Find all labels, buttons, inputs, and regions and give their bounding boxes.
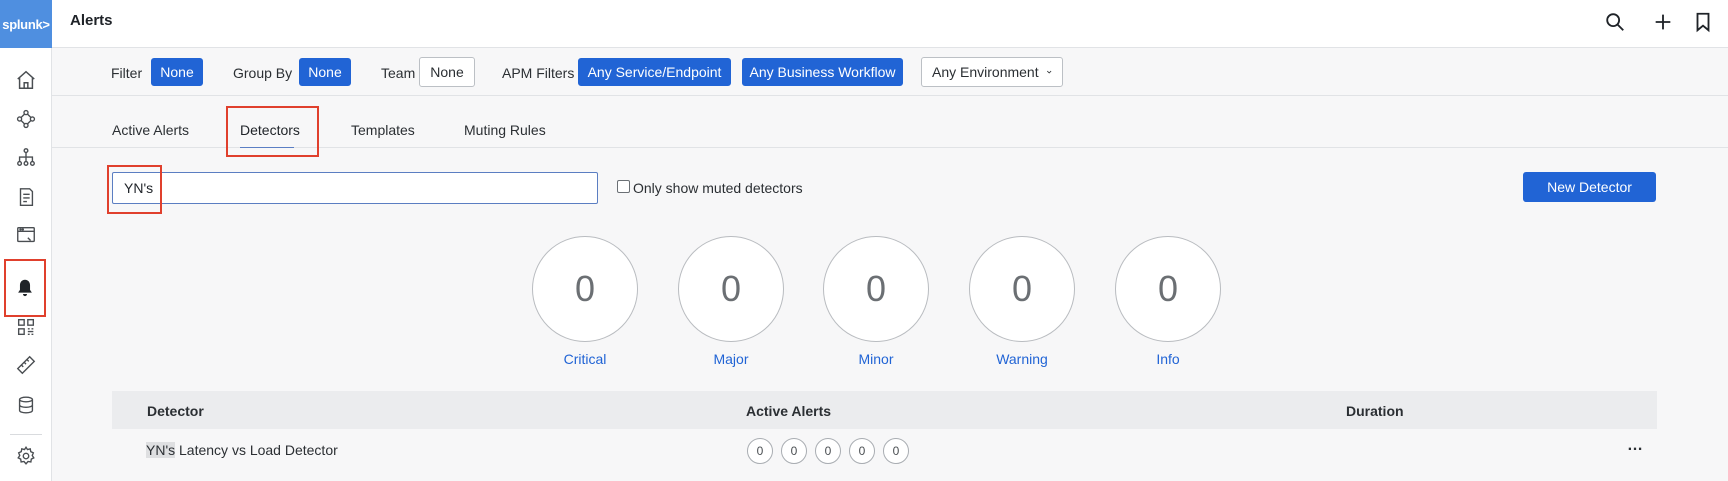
team-label: Team: [381, 65, 416, 81]
rail-divider: [10, 434, 42, 435]
team-button[interactable]: None: [419, 57, 475, 87]
detector-name-rest: Latency vs Load Detector: [175, 442, 338, 458]
browser-icon[interactable]: [9, 218, 43, 252]
groupby-button[interactable]: None: [299, 58, 351, 86]
alert-count-pill: 0: [849, 438, 875, 464]
groupby-label: Group By: [233, 65, 293, 81]
alert-count-pill: 0: [883, 438, 909, 464]
alert-count-pill: 0: [781, 438, 807, 464]
severity-count: 0: [969, 236, 1075, 342]
top-header: Alerts: [52, 0, 1728, 48]
row-actions-menu-icon[interactable]: …: [1627, 437, 1644, 455]
severity-minor[interactable]: 0 Minor: [823, 236, 929, 367]
severity-label[interactable]: Critical: [532, 351, 638, 367]
column-header-detector[interactable]: Detector: [147, 403, 204, 419]
any-environment-dropdown[interactable]: Any Environment: [921, 57, 1063, 87]
filter-bar: Filter None Group By None Team None APM …: [52, 48, 1728, 96]
page-title: Alerts: [70, 12, 113, 29]
bell-icon[interactable]: [4, 259, 46, 317]
detector-name-link[interactable]: YN's Latency vs Load Detector: [146, 442, 338, 458]
plus-icon[interactable]: [1648, 7, 1678, 37]
home-icon[interactable]: [9, 63, 43, 97]
only-muted-label: Only show muted detectors: [633, 180, 803, 196]
severity-major[interactable]: 0 Major: [678, 236, 784, 367]
severity-count: 0: [678, 236, 784, 342]
any-business-workflow-button[interactable]: Any Business Workflow: [742, 58, 903, 86]
new-detector-button[interactable]: New Detector: [1523, 172, 1656, 202]
any-service-endpoint-button[interactable]: Any Service/Endpoint: [578, 58, 731, 86]
severity-label[interactable]: Info: [1115, 351, 1221, 367]
detector-search-input[interactable]: [112, 172, 598, 204]
ruler-icon[interactable]: [9, 348, 43, 382]
column-header-duration[interactable]: Duration: [1346, 403, 1404, 419]
column-header-active-alerts[interactable]: Active Alerts: [746, 403, 831, 419]
search-input-highlight: [107, 165, 162, 214]
table-row[interactable]: YN's Latency vs Load Detector 0 0 0 0 0 …: [112, 429, 1657, 471]
detector-table-header: Detector Active Alerts Duration: [112, 391, 1657, 429]
left-nav-rail: splunk>: [0, 0, 52, 481]
dashboard-grid-icon[interactable]: [9, 310, 43, 344]
severity-label[interactable]: Major: [678, 351, 784, 367]
only-muted-checkbox[interactable]: [617, 180, 630, 193]
database-icon[interactable]: [9, 388, 43, 422]
splunk-logo[interactable]: splunk>: [0, 0, 52, 48]
chevron-down-icon: [1046, 70, 1051, 74]
filter-button[interactable]: None: [151, 58, 203, 86]
severity-info[interactable]: 0 Info: [1115, 236, 1221, 367]
tab-templates[interactable]: Templates: [351, 122, 415, 138]
severity-warning[interactable]: 0 Warning: [969, 236, 1075, 367]
severity-label[interactable]: Warning: [969, 351, 1075, 367]
topology-icon[interactable]: [9, 102, 43, 136]
hierarchy-icon[interactable]: [9, 140, 43, 174]
tab-muting-rules[interactable]: Muting Rules: [464, 122, 546, 138]
gear-icon[interactable]: [9, 439, 43, 473]
detectors-tab-highlight: [226, 106, 319, 157]
any-environment-label: Any Environment: [932, 64, 1039, 80]
apm-filters-label: APM Filters: [502, 65, 575, 81]
search-icon[interactable]: [1600, 7, 1630, 37]
severity-critical[interactable]: 0 Critical: [532, 236, 638, 367]
severity-count: 0: [1115, 236, 1221, 342]
tab-active-alerts[interactable]: Active Alerts: [112, 122, 189, 138]
filter-label: Filter: [111, 65, 143, 81]
severity-count: 0: [532, 236, 638, 342]
alert-count-pill: 0: [815, 438, 841, 464]
severity-label[interactable]: Minor: [823, 351, 929, 367]
document-icon[interactable]: [9, 180, 43, 214]
severity-count: 0: [823, 236, 929, 342]
search-match-highlight: YN's: [146, 442, 176, 458]
alert-count-pill: 0: [747, 438, 773, 464]
bookmark-icon[interactable]: [1688, 7, 1718, 37]
